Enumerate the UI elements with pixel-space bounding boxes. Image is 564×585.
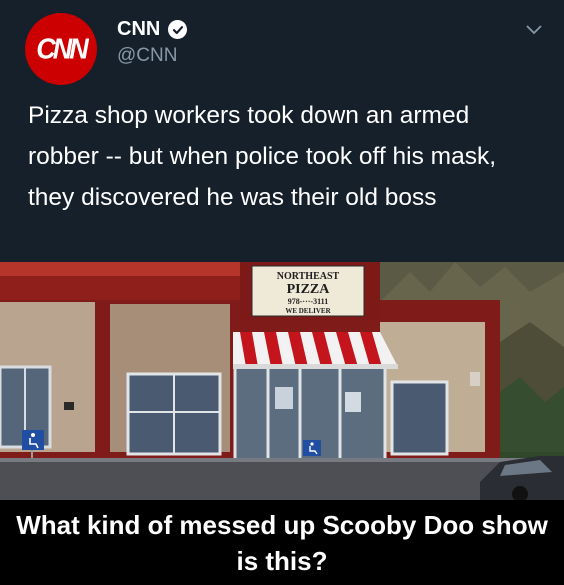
tweet-card: CNN CNN @CNN Pizza shop workers took dow… xyxy=(0,0,564,262)
wheelchair-icon xyxy=(303,440,321,456)
sign-line2: PIZZA xyxy=(287,282,331,297)
tweet-photo[interactable]: NORTHEAST PIZZA 978-···-3111 WE DELIVER xyxy=(0,262,564,500)
cnn-avatar[interactable]: CNN xyxy=(25,13,97,85)
handle[interactable]: @CNN xyxy=(117,45,177,67)
tweet-text: Pizza shop workers took down an armed ro… xyxy=(28,102,497,211)
verified-badge-icon xyxy=(168,20,188,39)
author-row: CNN xyxy=(117,18,188,41)
meme-caption-text: What kind of messed up Scooby Doo show i… xyxy=(16,509,548,576)
chevron-down-icon[interactable] xyxy=(526,22,542,40)
display-name[interactable]: CNN xyxy=(117,18,160,41)
sign-line3: 978-···-3111 xyxy=(288,297,328,306)
pizza-shop-photo: NORTHEAST PIZZA 978-···-3111 WE DELIVER xyxy=(0,262,564,500)
sign-line4: WE DELIVER xyxy=(285,307,331,315)
sign-line1: NORTHEAST xyxy=(277,271,340,282)
cnn-logo: CNN xyxy=(36,32,88,65)
meme-caption: What kind of messed up Scooby Doo show i… xyxy=(0,500,564,585)
